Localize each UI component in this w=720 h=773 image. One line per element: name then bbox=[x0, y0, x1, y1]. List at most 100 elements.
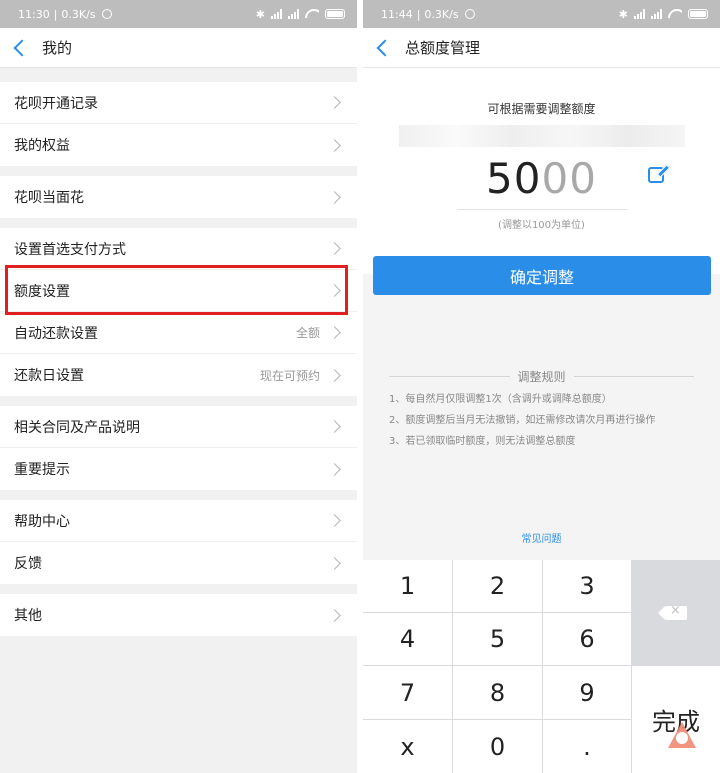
bluetooth-icon: ✱ bbox=[618, 7, 628, 21]
signal-icon bbox=[651, 9, 662, 19]
masked-info bbox=[398, 125, 685, 147]
alarm-icon bbox=[101, 9, 112, 19]
settings-group: 花呗开通记录 我的权益 bbox=[0, 82, 357, 166]
key-3[interactable]: 3 bbox=[543, 560, 631, 612]
title-bar: 总额度管理 bbox=[363, 28, 720, 68]
left-screen: 11:30 | 0.3K/s ✱ 我的 花呗开通记录 我的权益 花呗当面花 设置… bbox=[0, 0, 357, 773]
signal-icon bbox=[288, 9, 299, 19]
rule-item: 1、每自然月仅限调整1次（含调升或调降总额度） bbox=[389, 394, 612, 405]
chevron-right-icon bbox=[328, 462, 341, 476]
row-face-to-face[interactable]: 花呗当面花 bbox=[0, 176, 357, 218]
back-icon[interactable] bbox=[13, 39, 31, 56]
amount-input[interactable]: 5000 bbox=[486, 154, 597, 203]
row-my-benefits[interactable]: 我的权益 bbox=[0, 124, 357, 166]
key-2[interactable]: 2 bbox=[453, 560, 542, 612]
rules-section: 调整规则 1、每自然月仅限调整1次（含调升或调降总额度） 2、额度调整后当月无法… bbox=[389, 368, 695, 448]
divider bbox=[573, 376, 695, 377]
amount-value: 50 bbox=[486, 154, 542, 203]
row-huabei-open-record[interactable]: 花呗开通记录 bbox=[0, 82, 357, 124]
network-speed: 0.3K/s bbox=[61, 7, 96, 21]
chevron-right-icon bbox=[328, 608, 341, 622]
amount-faded: 00 bbox=[541, 154, 597, 203]
back-icon[interactable] bbox=[376, 39, 394, 56]
row-label: 重要提示 bbox=[14, 462, 70, 478]
right-screen: 11:44 | 0.3K/s ✱ 总额度管理 可根据需要调整额度 5000 (调… bbox=[363, 0, 720, 773]
rule-item: 3、若已领取临时额度，则无法调整总额度 bbox=[389, 436, 576, 447]
key-x[interactable]: x bbox=[363, 720, 452, 773]
row-label: 相关合同及产品说明 bbox=[14, 419, 140, 436]
row-label: 还款日设置 bbox=[14, 368, 84, 384]
key-1[interactable]: 1 bbox=[363, 560, 452, 612]
battery-icon bbox=[325, 9, 345, 19]
divider bbox=[389, 376, 510, 377]
row-label: 设置首选支付方式 bbox=[14, 241, 126, 258]
key-7[interactable]: 7 bbox=[363, 666, 452, 719]
limit-card: 可根据需要调整额度 5000 (调整以100为单位) bbox=[363, 68, 720, 274]
alarm-icon bbox=[464, 9, 475, 19]
settings-group: 相关合同及产品说明 重要提示 bbox=[0, 406, 357, 490]
page-title: 总额度管理 bbox=[405, 39, 481, 57]
row-label: 反馈 bbox=[14, 556, 42, 572]
chevron-right-icon bbox=[328, 514, 341, 527]
chevron-right-icon bbox=[328, 96, 341, 109]
row-value: 全额 bbox=[295, 326, 320, 340]
row-label: 花呗开通记录 bbox=[14, 95, 98, 112]
key-4[interactable]: 4 bbox=[363, 613, 452, 665]
edit-icon[interactable] bbox=[648, 167, 664, 183]
row-feedback[interactable]: 反馈 bbox=[0, 542, 357, 584]
key-5[interactable]: 5 bbox=[453, 613, 542, 665]
delete-key[interactable] bbox=[632, 560, 720, 665]
row-repay-day[interactable]: 还款日设置 现在可预约 bbox=[0, 354, 357, 396]
row-label: 我的权益 bbox=[14, 138, 70, 154]
network-speed: 0.3K/s bbox=[424, 7, 459, 21]
row-label: 自动还款设置 bbox=[14, 325, 98, 342]
unit-note: (调整以100为单位) bbox=[498, 220, 585, 231]
rules-title: 调整规则 bbox=[517, 370, 566, 384]
wifi-icon bbox=[305, 9, 319, 19]
row-help-center[interactable]: 帮助中心 bbox=[0, 500, 357, 542]
chevron-right-icon bbox=[328, 242, 341, 255]
confirm-button[interactable]: 确定调整 bbox=[373, 256, 711, 295]
key-6[interactable]: 6 bbox=[543, 613, 631, 665]
battery-icon bbox=[688, 9, 708, 19]
status-bar: 11:30 | 0.3K/s ✱ bbox=[0, 0, 357, 28]
status-time: 11:30 bbox=[18, 7, 50, 21]
watermark-logo-icon bbox=[668, 722, 696, 748]
row-label: 帮助中心 bbox=[14, 513, 70, 530]
settings-group: 花呗当面花 bbox=[0, 176, 357, 218]
row-contracts[interactable]: 相关合同及产品说明 bbox=[0, 406, 357, 448]
amount-row: 5000 bbox=[363, 151, 720, 207]
key-dot[interactable]: . bbox=[543, 720, 631, 773]
key-8[interactable]: 8 bbox=[453, 666, 542, 719]
chevron-right-icon bbox=[328, 138, 341, 152]
signal-icon bbox=[271, 9, 282, 19]
status-time: 11:44 bbox=[381, 7, 413, 21]
bluetooth-icon: ✱ bbox=[255, 7, 265, 21]
chevron-right-icon bbox=[328, 368, 341, 382]
title-bar: 我的 bbox=[0, 28, 357, 68]
key-0[interactable]: 0 bbox=[453, 720, 542, 773]
settings-group: 其他 bbox=[0, 594, 357, 636]
limit-hint: 可根据需要调整额度 bbox=[487, 102, 596, 116]
row-important-notice[interactable]: 重要提示 bbox=[0, 448, 357, 490]
chevron-right-icon bbox=[328, 556, 341, 570]
faq-link[interactable]: 常见问题 bbox=[363, 530, 720, 545]
settings-group: 帮助中心 反馈 bbox=[0, 500, 357, 584]
row-auto-repay[interactable]: 自动还款设置 全额 bbox=[0, 312, 357, 354]
row-value: 现在可预约 bbox=[259, 368, 320, 383]
done-key[interactable]: 完成 bbox=[632, 666, 720, 773]
chevron-right-icon bbox=[328, 420, 341, 433]
rule-item: 2、额度调整后当月无法撤销，如还需修改请次月再进行操作 bbox=[389, 415, 656, 426]
key-9[interactable]: 9 bbox=[543, 666, 631, 719]
chevron-right-icon bbox=[328, 326, 341, 339]
highlight-box bbox=[5, 265, 348, 315]
amount-underline bbox=[456, 209, 627, 210]
numeric-keypad: 1 2 3 4 5 6 7 8 9 x 0 . 完成 bbox=[363, 560, 720, 773]
row-preferred-payment[interactable]: 设置首选支付方式 bbox=[0, 228, 357, 270]
status-bar: 11:44 | 0.3K/s ✱ bbox=[363, 0, 720, 28]
row-label: 花呗当面花 bbox=[14, 190, 84, 206]
wifi-icon bbox=[668, 9, 682, 19]
backspace-icon bbox=[658, 603, 687, 620]
row-other[interactable]: 其他 bbox=[0, 594, 357, 636]
chevron-right-icon bbox=[328, 190, 341, 204]
